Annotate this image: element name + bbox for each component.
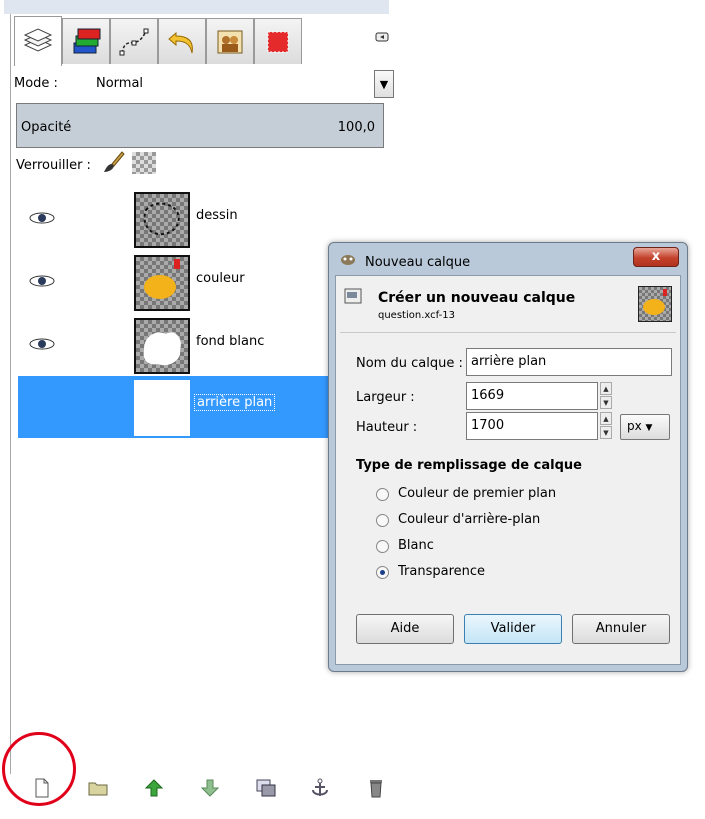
- fill-color-icon: [267, 31, 289, 52]
- unit-dropdown[interactable]: px ▼: [620, 414, 670, 440]
- layer-name: dessin: [196, 208, 238, 223]
- close-button[interactable]: x: [633, 247, 679, 267]
- dock-tabs: [10, 16, 389, 66]
- header-separator: [340, 332, 676, 333]
- eye-icon[interactable]: [28, 334, 56, 354]
- anchor-layer-button[interactable]: [306, 774, 334, 802]
- mode-dropdown-button[interactable]: ▼: [374, 70, 394, 98]
- dialog-title: Nouveau calque: [365, 255, 471, 270]
- layer-name: fond blanc: [196, 334, 265, 349]
- tab-channels[interactable]: [62, 18, 110, 64]
- image-thumbnail: [638, 286, 672, 322]
- panel-title-strip: [4, 0, 389, 14]
- panel-left-border: [10, 14, 11, 774]
- radio-button-selected[interactable]: [376, 566, 389, 579]
- new-layer-dialog: Nouveau calque x Créer un nouveau calque…: [328, 242, 688, 672]
- opacity-label: Opacité: [21, 120, 72, 135]
- opacity-slider[interactable]: Opacité 100,0: [16, 103, 384, 148]
- radio-button[interactable]: [376, 514, 389, 527]
- cancel-button[interactable]: Annuler: [572, 614, 670, 644]
- layer-name-label: Nom du calque :: [356, 356, 463, 371]
- paintbrush-icon: [104, 151, 125, 172]
- radio-button[interactable]: [376, 488, 389, 501]
- highlight-circle: [2, 732, 76, 806]
- lock-label: Verrouiller :: [16, 158, 91, 173]
- undo-history-icon: [168, 31, 193, 53]
- layer-thumbnail: [134, 255, 190, 311]
- width-label: Largeur :: [356, 390, 415, 405]
- dialog-header-title: Créer un nouveau calque: [378, 290, 576, 306]
- dialog-body: Créer un nouveau calque question.xcf-13 …: [335, 275, 681, 665]
- channels-icon: [73, 28, 101, 53]
- new-layer-group-button[interactable]: [84, 774, 112, 802]
- height-spinner[interactable]: ▲ ▼: [600, 412, 612, 440]
- height-label: Hauteur :: [356, 420, 418, 435]
- spin-down-icon[interactable]: ▼: [600, 396, 612, 409]
- radio-button[interactable]: [376, 540, 389, 553]
- gimp-icon: [339, 252, 357, 266]
- new-layer-header-icon: [344, 288, 362, 304]
- images-icon: [217, 30, 243, 53]
- delete-layer-icon: [370, 780, 382, 798]
- fill-option-label: Blanc: [398, 538, 434, 553]
- duplicate-layer-icon: [256, 779, 276, 797]
- screenshot-root: Mode : Normal ▼ Opacité 100,0 Verrouille…: [0, 0, 705, 819]
- height-input[interactable]: 1700: [466, 412, 598, 440]
- width-spinner[interactable]: ▲ ▼: [600, 382, 612, 410]
- spin-down-icon[interactable]: ▼: [600, 426, 612, 439]
- lower-layer-icon: [201, 779, 219, 797]
- raise-layer-icon: [145, 779, 163, 797]
- fill-option-label: Couleur d'arrière-plan: [398, 512, 541, 527]
- duplicate-layer-button[interactable]: [252, 774, 280, 802]
- eye-icon[interactable]: [28, 208, 56, 228]
- eye-icon[interactable]: [28, 271, 56, 291]
- lock-pixels-toggle[interactable]: [102, 150, 126, 174]
- unit-value: px: [627, 419, 642, 433]
- tab-images[interactable]: [206, 18, 254, 64]
- tab-paths[interactable]: [110, 18, 158, 64]
- dialog-titlebar[interactable]: Nouveau calque x: [329, 243, 687, 273]
- layer-thumbnail: [134, 318, 190, 374]
- spin-up-icon[interactable]: ▲: [600, 382, 612, 395]
- lock-alpha-toggle[interactable]: [132, 152, 156, 174]
- layer-name[interactable]: arrière plan: [194, 394, 276, 411]
- fill-option-label: Couleur de premier plan: [398, 486, 557, 501]
- help-button[interactable]: Aide: [356, 614, 454, 644]
- layer-thumbnail: [134, 380, 190, 436]
- layer-thumbnail: [134, 192, 190, 248]
- chevron-down-icon: ▼: [645, 423, 653, 433]
- mode-value[interactable]: Normal: [96, 76, 143, 91]
- width-input[interactable]: 1669: [466, 382, 598, 410]
- spin-up-icon[interactable]: ▲: [600, 412, 612, 425]
- ok-button[interactable]: Valider: [464, 614, 562, 644]
- tab-menu-icon: [375, 32, 389, 42]
- fill-type-title: Type de remplissage de calque: [356, 458, 582, 473]
- layer-row-dessin[interactable]: dessin: [18, 188, 390, 250]
- mode-label: Mode :: [14, 76, 58, 91]
- raise-layer-button[interactable]: [140, 774, 168, 802]
- tab-menu-button[interactable]: [375, 30, 389, 48]
- chevron-down-icon: ▼: [379, 77, 389, 91]
- delete-layer-button[interactable]: [362, 774, 390, 802]
- tab-layers[interactable]: [14, 16, 62, 66]
- new-layer-group-icon: [88, 782, 108, 796]
- layer-name: couleur: [196, 271, 245, 286]
- lower-layer-button[interactable]: [196, 774, 224, 802]
- layer-name-input[interactable]: arrière plan: [466, 348, 672, 376]
- paths-icon: [119, 28, 149, 55]
- layers-icon: [23, 27, 53, 52]
- tab-undo-history[interactable]: [158, 18, 206, 64]
- anchor-layer-icon: [312, 778, 328, 796]
- tab-fill-color[interactable]: [254, 18, 302, 64]
- fill-option-label: Transparence: [398, 564, 486, 579]
- dialog-header-subtitle: question.xcf-13: [378, 310, 455, 321]
- opacity-value: 100,0: [337, 120, 375, 135]
